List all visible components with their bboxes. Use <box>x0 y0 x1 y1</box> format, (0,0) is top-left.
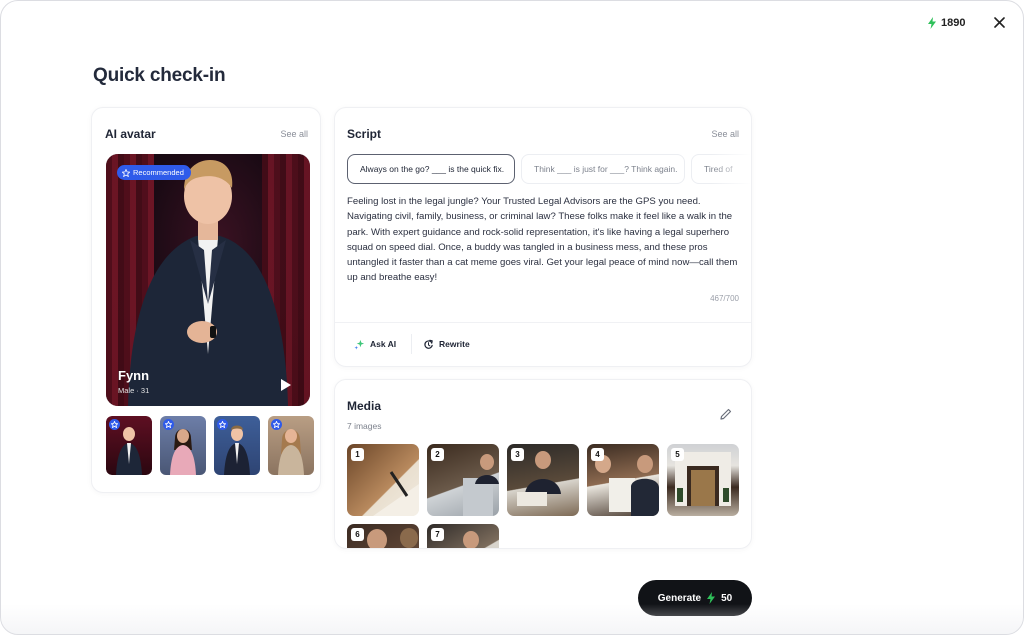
recommended-label: Recommended <box>133 168 184 177</box>
avatar-name: Fynn <box>118 368 150 383</box>
media-item[interactable]: 3 <box>507 444 579 516</box>
avatar-thumb-1[interactable] <box>104 414 154 477</box>
generate-cost: 50 <box>721 592 733 604</box>
rewrite-icon <box>424 339 433 349</box>
recommended-badge: Recommended <box>117 165 191 180</box>
media-number: 6 <box>351 528 364 541</box>
sparkle-icon <box>354 339 365 350</box>
close-icon <box>993 16 1005 28</box>
close-button[interactable] <box>991 14 1007 30</box>
play-icon[interactable] <box>280 378 292 392</box>
avatar-thumb-2[interactable] <box>160 416 206 475</box>
media-number: 7 <box>431 528 444 541</box>
star-icon <box>163 419 174 430</box>
media-number: 3 <box>511 448 524 461</box>
script-template-chips: Always on the go? ___ is the quick fix. … <box>347 154 751 186</box>
star-icon <box>271 419 282 430</box>
ask-ai-button[interactable]: Ask AI <box>354 336 396 352</box>
script-see-all-link[interactable]: See all <box>711 129 739 139</box>
avatar-preview[interactable]: Recommended Fynn Male · 31 <box>106 154 310 406</box>
media-number: 2 <box>431 448 444 461</box>
media-item[interactable]: 5 <box>667 444 739 516</box>
bolt-icon <box>927 17 937 29</box>
generate-button[interactable]: Generate 50 <box>638 580 752 616</box>
media-item[interactable]: 7 <box>427 524 499 548</box>
avatar-see-all-link[interactable]: See all <box>280 129 308 139</box>
media-item[interactable]: 6 <box>347 524 419 548</box>
quick-check-in-dialog: 1890 Quick check-in AI avatar See all Re… <box>0 0 1024 635</box>
credits-value: 1890 <box>941 17 966 29</box>
media-title: Media <box>347 399 382 413</box>
script-card: Script See all Always on the go? ___ is … <box>334 107 752 367</box>
media-item[interactable]: 4 <box>587 444 659 516</box>
rewrite-button[interactable]: Rewrite <box>423 336 470 352</box>
avatar-meta: Male · 31 <box>118 386 150 395</box>
credits-display: 1890 <box>927 15 965 31</box>
bolt-icon <box>706 592 716 604</box>
avatar-thumb-4[interactable] <box>268 416 314 475</box>
char-count: 467/700 <box>710 294 739 303</box>
ai-avatar-card: AI avatar See all Recommended Fynn Male … <box>91 107 321 493</box>
media-item[interactable]: 2 <box>427 444 499 516</box>
script-chip[interactable]: Always on the go? ___ is the quick fix. <box>347 154 515 184</box>
ai-avatar-title: AI avatar <box>105 127 156 141</box>
generate-label: Generate <box>657 592 702 604</box>
media-count: 7 images <box>347 421 382 431</box>
avatar-thumb-3[interactable] <box>214 416 260 475</box>
star-icon <box>109 419 120 430</box>
page-title: Quick check-in <box>93 65 226 86</box>
script-chip[interactable]: Think ___ is just for ___? Think again. <box>521 154 685 184</box>
media-number: 5 <box>671 448 684 461</box>
media-card: Media 7 images 1 2 3 4 5 6 7 <box>334 379 752 549</box>
media-number: 1 <box>351 448 364 461</box>
media-number: 4 <box>591 448 604 461</box>
media-item[interactable]: 1 <box>347 444 419 516</box>
avatar-thumbnails <box>104 414 314 477</box>
star-icon <box>217 419 228 430</box>
ask-ai-label: Ask AI <box>370 339 397 349</box>
star-icon <box>122 168 130 177</box>
script-textarea[interactable]: Feeling lost in the legal jungle? Your T… <box>347 194 743 286</box>
rewrite-label: Rewrite <box>439 339 470 349</box>
pencil-icon[interactable] <box>719 407 733 421</box>
script-title: Script <box>347 127 382 141</box>
